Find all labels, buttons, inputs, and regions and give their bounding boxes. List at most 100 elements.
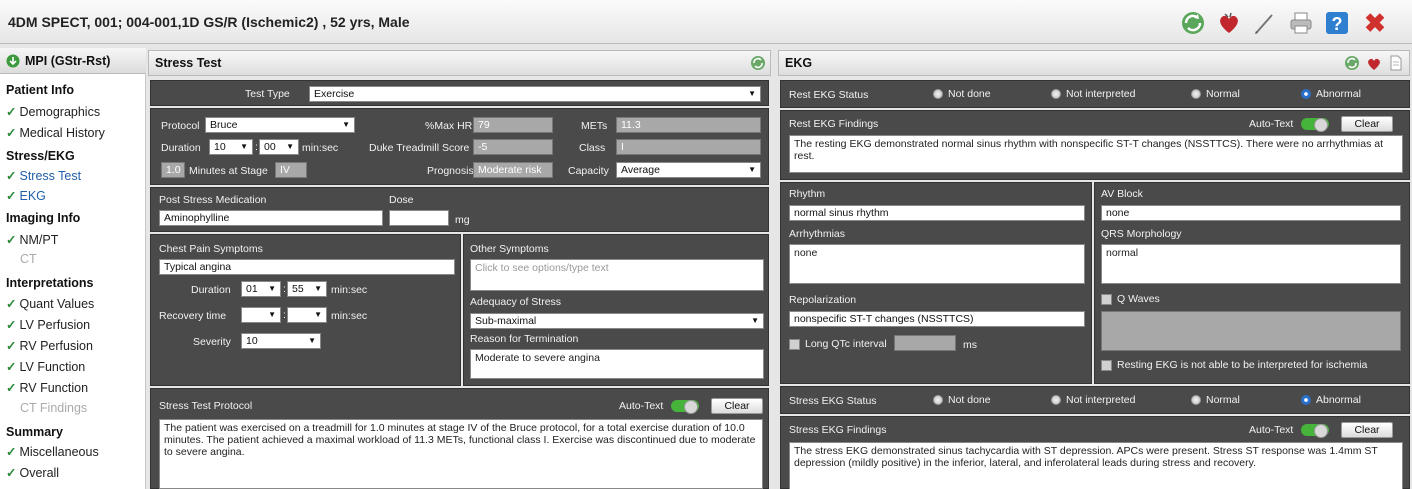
post-stress-medication-field[interactable]: Aminophylline (159, 210, 383, 226)
arrhythmias-field[interactable]: none (789, 244, 1085, 284)
recovery-unit: min:sec (331, 310, 368, 322)
stress-findings-area[interactable]: The stress EKG demonstrated sinus tachyc… (789, 442, 1403, 489)
q-waves-field[interactable] (1101, 311, 1401, 351)
document-icon[interactable] (1388, 55, 1404, 71)
stress-radio-not-interpreted[interactable]: Not interpreted (1051, 394, 1135, 406)
colon-separator: : (255, 141, 258, 153)
sidebar-item-lv-perfusion[interactable]: ✓ LV Perfusion (6, 317, 90, 332)
help-icon[interactable]: ? (1322, 8, 1352, 38)
printer-icon[interactable] (1286, 8, 1316, 38)
class-label: Class (579, 142, 606, 154)
rest-radio-not-done[interactable]: Not done (933, 88, 991, 100)
sidebar-item-stress-test[interactable]: ✓ Stress Test (6, 168, 81, 183)
refresh-icon[interactable] (1178, 8, 1208, 38)
sidebar-item-demographics[interactable]: ✓ Demographics (6, 104, 100, 119)
title-bar: 4DM SPECT, 001; 004-001,1D GS/R (Ischemi… (0, 0, 1412, 44)
rhythm-field[interactable]: normal sinus rhythm (789, 205, 1085, 221)
other-symptoms-block: Other Symptoms Click to see options/type… (463, 234, 769, 386)
adequacy-select[interactable]: Sub-maximal (470, 313, 764, 329)
sidebar-item-ct-findings[interactable]: CT Findings (6, 401, 87, 415)
refresh-icon[interactable] (1344, 55, 1360, 71)
svg-text:?: ? (1332, 14, 1343, 34)
heart-icon[interactable] (1214, 8, 1244, 38)
class-field[interactable]: I (616, 139, 761, 155)
pen-icon[interactable] (1250, 8, 1280, 38)
clear-button[interactable]: Clear (711, 398, 763, 414)
sidebar-item-medical-history[interactable]: ✓ Medical History (6, 125, 105, 140)
reason-termination-field[interactable]: Moderate to severe angina (470, 349, 764, 379)
test-type-select[interactable]: Exercise (309, 86, 761, 102)
cp-duration-min-select[interactable]: 01 (241, 281, 281, 297)
stress-radio-normal[interactable]: Normal (1191, 394, 1240, 406)
heart-icon[interactable] (1366, 55, 1382, 71)
check-icon: ✓ (6, 445, 17, 459)
mets-field[interactable]: 11.3 (616, 117, 761, 133)
clear-button[interactable]: Clear (1341, 116, 1393, 132)
sidebar-item-rv-function[interactable]: ✓ RV Function (6, 380, 88, 395)
close-icon[interactable]: ✖ (1360, 8, 1390, 38)
q-waves-checkbox[interactable]: Q Waves (1101, 293, 1160, 305)
test-type-label: Test Type (245, 88, 290, 100)
severity-select[interactable]: 10 (241, 333, 321, 349)
rest-findings-area[interactable]: The resting EKG demonstrated normal sinu… (789, 135, 1403, 173)
autotext-toggle[interactable] (1301, 118, 1329, 132)
other-symptoms-field[interactable]: Click to see options/type text (470, 259, 764, 291)
duration-min-select[interactable]: 10 (209, 139, 253, 155)
check-icon: ✓ (6, 297, 17, 311)
sidebar-item-nm-pt[interactable]: ✓ NM/PT (6, 232, 58, 247)
stress-test-header: Stress Test (148, 50, 771, 76)
dose-unit: mg (455, 214, 470, 226)
recovery-min-select[interactable] (241, 307, 281, 323)
refresh-icon[interactable] (750, 55, 766, 71)
sidebar-header[interactable]: MPI (GStr-Rst) (0, 48, 146, 74)
stress-findings-block: Stress EKG Findings Auto-Text Clear The … (780, 416, 1410, 489)
dose-label: Dose (389, 194, 414, 206)
sidebar-item-quant-values[interactable]: ✓ Quant Values (6, 296, 94, 311)
chest-pain-field[interactable]: Typical angina (159, 259, 455, 275)
autotext-toggle[interactable] (671, 400, 699, 414)
capacity-select[interactable]: Average (616, 162, 761, 178)
max-hr-field[interactable]: 79 (473, 117, 553, 133)
duration-sec-select[interactable]: 00 (259, 139, 299, 155)
prognosis-field[interactable]: Moderate risk (473, 162, 553, 178)
av-block-block: AV Block none QRS Morphology normal Q Wa… (1094, 182, 1410, 384)
long-qtc-checkbox[interactable]: Long QTc interval (789, 338, 887, 350)
duke-score-field[interactable]: -5 (473, 139, 553, 155)
qrs-morphology-field[interactable]: normal (1101, 244, 1401, 284)
protocol-text-area[interactable]: The patient was exercised on a treadmill… (159, 419, 763, 489)
qtc-field[interactable] (894, 335, 956, 351)
stress-radio-not-done[interactable]: Not done (933, 394, 991, 406)
sidebar-item-ct[interactable]: CT (6, 252, 37, 266)
rest-findings-block: Rest EKG Findings Auto-Text Clear The re… (780, 110, 1410, 180)
rest-radio-abnormal[interactable]: Abnormal (1301, 88, 1361, 100)
stress-status-row: Stress EKG Status Not done Not interpret… (780, 386, 1410, 414)
sidebar-item-miscellaneous[interactable]: ✓ Miscellaneous (6, 444, 99, 459)
autotext-toggle[interactable] (1301, 424, 1329, 438)
mets-label: METs (581, 120, 608, 132)
qrs-morphology-label: QRS Morphology (1101, 228, 1182, 240)
repolarization-field[interactable]: nonspecific ST-T changes (NSSTTCS) (789, 311, 1085, 327)
ekg-title: EKG (785, 56, 813, 70)
reason-termination-label: Reason for Termination (470, 333, 579, 345)
resting-not-interpretable-checkbox[interactable]: Resting EKG is not able to be interprete… (1101, 359, 1367, 371)
sidebar-item-rv-perfusion[interactable]: ✓ RV Perfusion (6, 338, 93, 353)
recovery-sec-select[interactable] (287, 307, 327, 323)
protocol-select[interactable]: Bruce (205, 117, 355, 133)
stage-field[interactable]: IV (275, 162, 307, 178)
stress-radio-abnormal[interactable]: Abnormal (1301, 394, 1361, 406)
cp-duration-sec-select[interactable]: 55 (287, 281, 327, 297)
stage-minutes-field[interactable]: 1.0 (161, 162, 185, 178)
rest-radio-normal[interactable]: Normal (1191, 88, 1240, 100)
clear-button[interactable]: Clear (1341, 422, 1393, 438)
av-block-field[interactable]: none (1101, 205, 1401, 221)
rest-radio-not-interpreted[interactable]: Not interpreted (1051, 88, 1135, 100)
section-imaging-info: Imaging Info (6, 211, 81, 225)
check-icon: ✓ (6, 466, 17, 480)
duke-score-label: Duke Treadmill Score (369, 142, 470, 154)
sidebar-item-ekg[interactable]: ✓ EKG (6, 188, 46, 203)
dose-field[interactable] (389, 210, 449, 226)
duration-unit: min:sec (302, 142, 339, 154)
sidebar-item-lv-function[interactable]: ✓ LV Function (6, 359, 85, 374)
sidebar-item-overall[interactable]: ✓ Overall (6, 465, 59, 480)
check-icon: ✓ (6, 233, 17, 247)
